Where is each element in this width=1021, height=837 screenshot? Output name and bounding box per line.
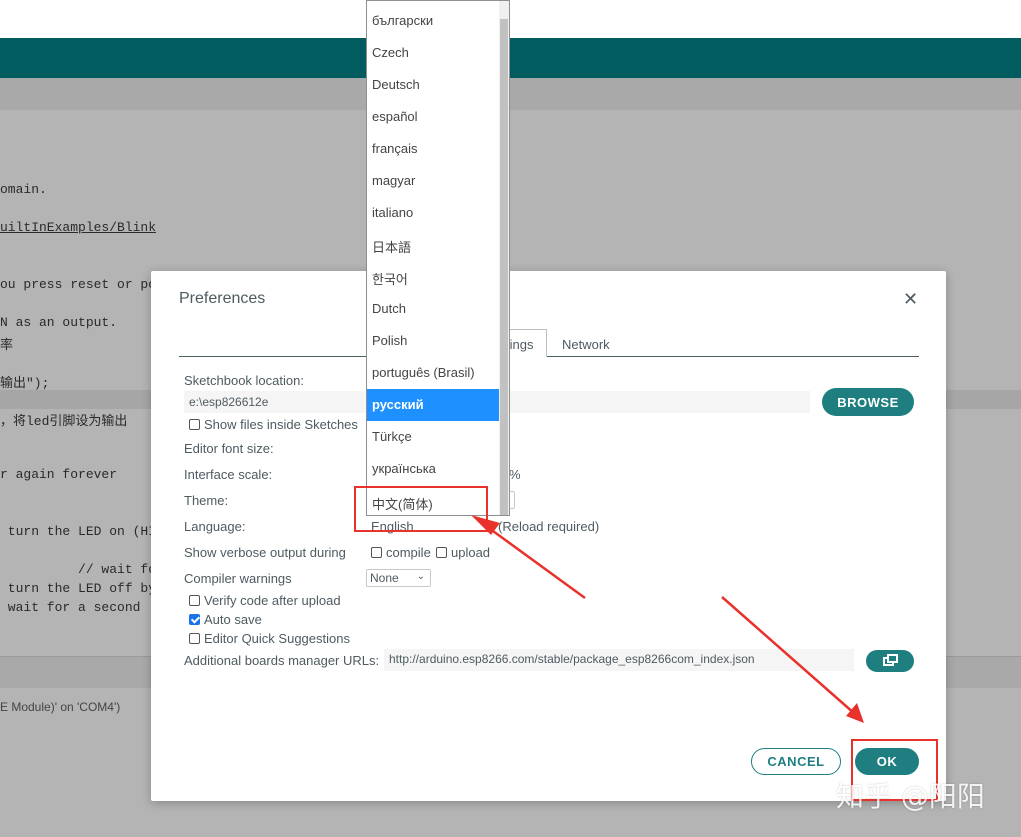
annotation-arrows — [471, 515, 864, 723]
annotation-arrow-to-ok — [721, 596, 856, 715]
annotation-arrowhead — [846, 703, 864, 723]
annotation-arrow-to-chinese — [481, 521, 586, 600]
watermark: 知乎 @阳阳 — [836, 780, 985, 813]
